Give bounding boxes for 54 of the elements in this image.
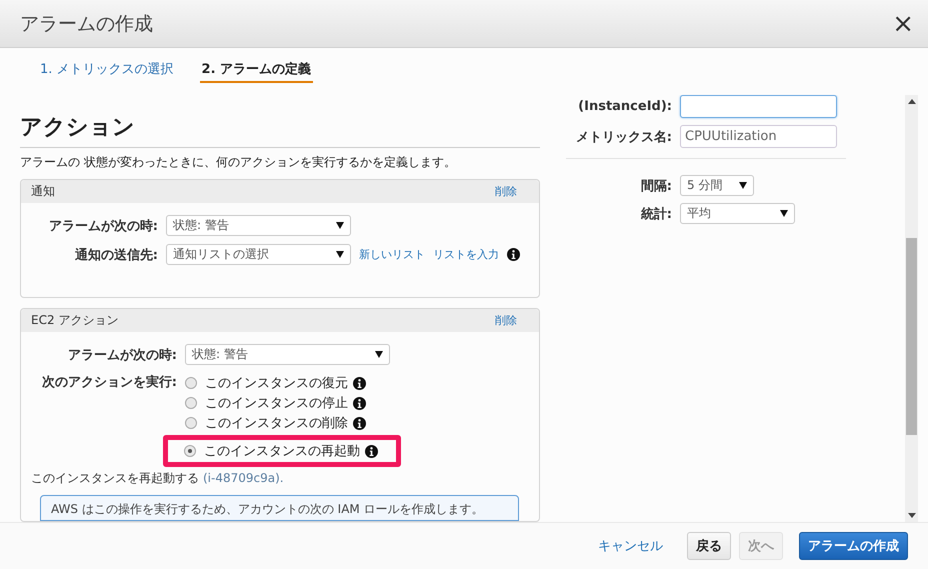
info-icon[interactable] <box>353 376 366 390</box>
field-label: 統計: <box>640 206 672 222</box>
close-button[interactable]: × <box>888 10 918 36</box>
panel-title: 通知 <box>31 183 55 200</box>
wizard-step-tab[interactable]: 2. アラームの定義 <box>200 60 314 83</box>
section-heading: アクション <box>20 112 540 148</box>
radio-button[interactable] <box>185 377 197 389</box>
dialog-title: アラームの作成 <box>20 12 153 36</box>
radio-button[interactable] <box>185 417 197 429</box>
field-label: アラームが次の時: <box>66 346 177 364</box>
scroll-up-icon[interactable] <box>908 99 916 104</box>
state-dropdown[interactable]: 通知リストの選択 <box>166 244 351 265</box>
option-label[interactable]: このインスタンスの再起動 <box>204 442 360 460</box>
info-icon[interactable] <box>353 416 366 430</box>
scrollbar-thumb[interactable] <box>906 238 917 435</box>
caret-icon <box>375 351 383 358</box>
delete-link[interactable]: 削除 <box>495 184 517 199</box>
scrollbar[interactable] <box>905 95 918 522</box>
notice-box: AWS はこの操作を実行するため、アカウントの次の IAM ロールを作成します。 <box>40 495 519 521</box>
caret-icon <box>336 251 344 258</box>
text-field[interactable]: CPUUtilization <box>680 125 837 148</box>
delete-link[interactable]: 削除 <box>495 313 517 328</box>
field-label: 間隔: <box>640 178 672 194</box>
note-text: このインスタンスを再起動する <box>31 471 199 485</box>
field-label: アラームが次の時: <box>48 218 158 234</box>
link[interactable]: 新しいリスト <box>359 247 425 262</box>
wizard-step-tab[interactable]: 1. メトリックスの選択 <box>38 60 176 81</box>
field-label: メトリックス名: <box>574 128 672 146</box>
info-icon[interactable] <box>353 396 366 410</box>
instance-id: (i-48709c9a). <box>203 471 284 485</box>
option-label[interactable]: このインスタンスの停止 <box>205 394 348 412</box>
field-label: 次のアクションを実行: <box>40 374 177 391</box>
caret-icon <box>780 210 788 217</box>
info-icon[interactable] <box>507 248 520 261</box>
caret-icon <box>739 182 747 189</box>
info-icon[interactable] <box>365 444 378 458</box>
option-label[interactable]: このインスタンスの削除 <box>205 414 348 432</box>
panel-title: EC2 アクション <box>31 312 118 329</box>
cancel-link[interactable]: キャンセル <box>590 532 671 560</box>
section-description: アラームの 状態が変わったときに、何のアクションを実行するかを定義します。 <box>20 154 457 171</box>
state-dropdown[interactable]: 状態: 警告 <box>185 344 390 365</box>
state-dropdown[interactable]: 状態: 警告 <box>166 215 351 236</box>
footer-button[interactable]: アラームの作成 <box>799 532 908 560</box>
text-field[interactable] <box>680 95 837 118</box>
footer-button[interactable]: 戻る <box>687 532 731 560</box>
radio-button[interactable] <box>184 445 196 457</box>
dropdown[interactable]: 平均 <box>680 203 795 224</box>
link[interactable]: リストを入力 <box>433 247 499 262</box>
caret-icon <box>336 222 344 229</box>
option-label[interactable]: このインスタンスの復元 <box>205 374 348 392</box>
field-label: 通知の送信先: <box>74 246 158 264</box>
dropdown[interactable]: 5 分間 <box>680 175 754 196</box>
field-label: (InstanceId): <box>577 99 672 114</box>
radio-button[interactable] <box>185 397 197 409</box>
